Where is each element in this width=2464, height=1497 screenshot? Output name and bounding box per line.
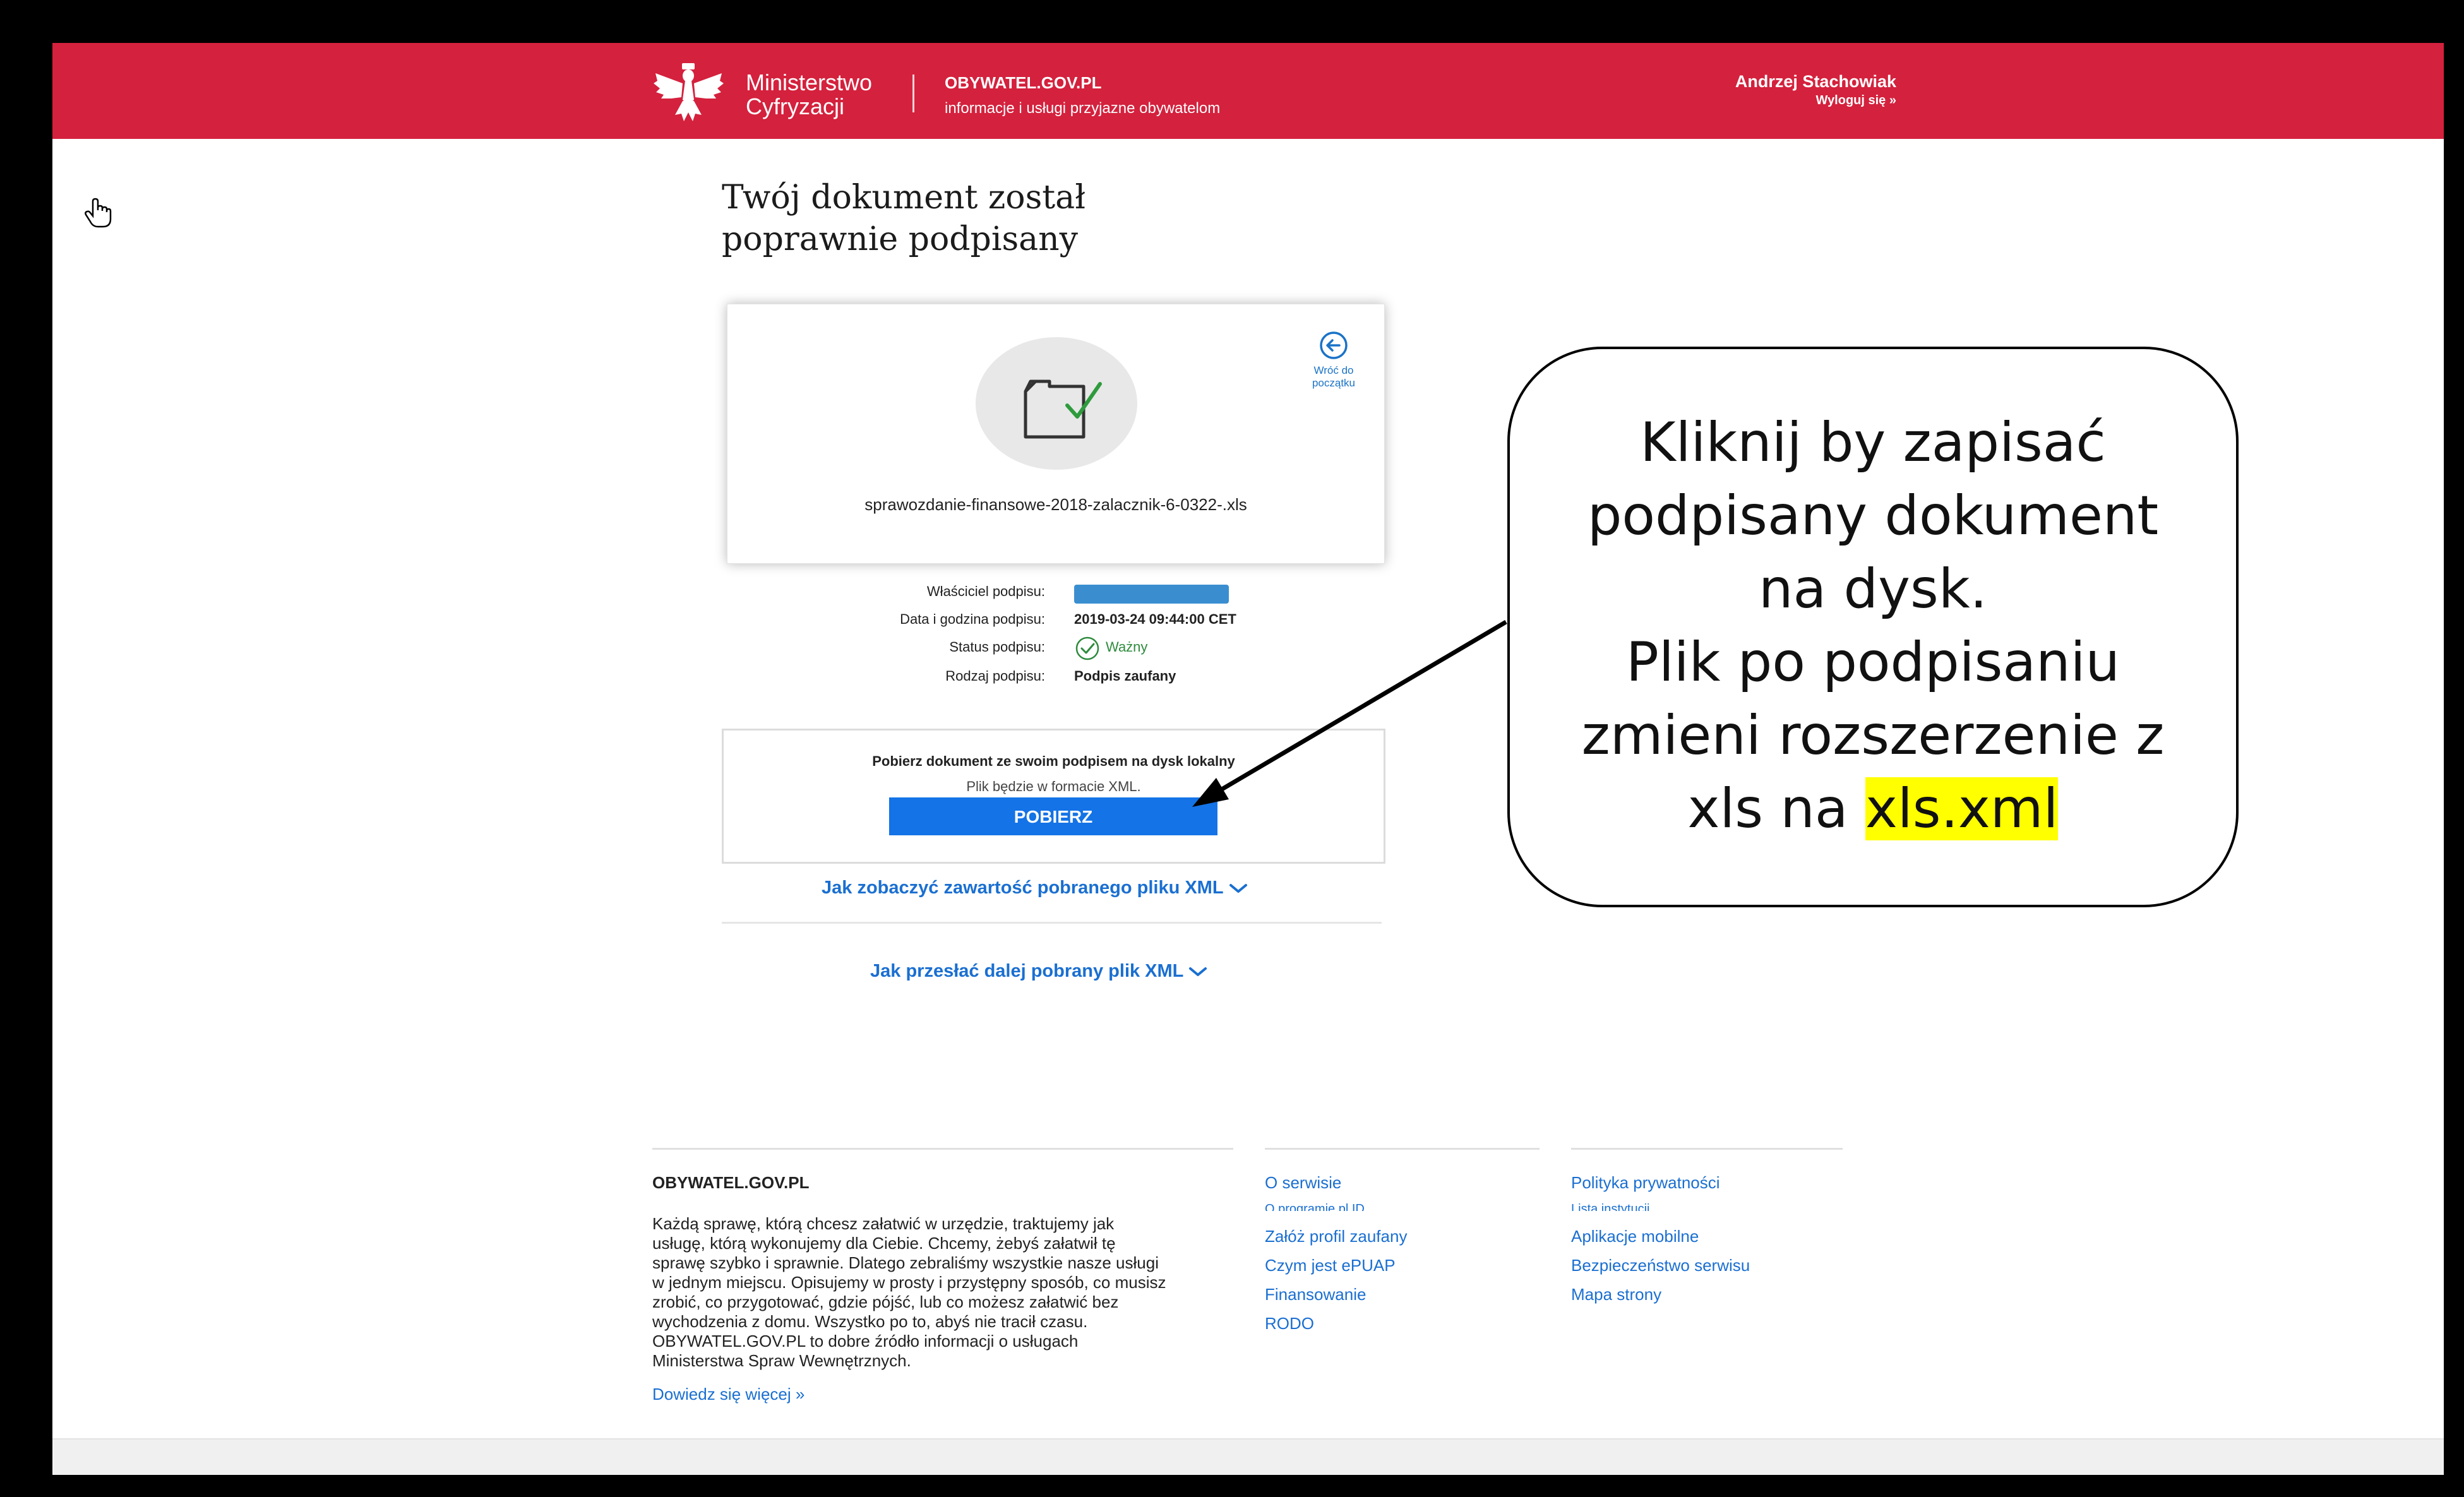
footer-link-trusted-profile[interactable]: Załóż profil zaufany [1265,1227,1407,1246]
ministry-name: Ministerstwo Cyfryzacji [746,71,872,119]
accordion-view-xml-label: Jak zobaczyć zawartość pobranego pliku X… [822,878,1224,898]
signature-type-label: Rodzaj podpisu: [945,668,1045,684]
accordion-divider [722,922,1382,924]
document-card: Wróć do początku sprawozdanie-finansowe-… [727,304,1385,564]
footer-link-institutions[interactable]: Lista instytucji [1571,1202,1650,1211]
check-circle-icon [1075,636,1099,660]
callout-line-5: zmieni rozszerzenie z [1581,704,2165,767]
callout-line-6-prefix: xls na [1687,777,1865,840]
document-filename: sprawozdanie-finansowe-2018-zalacznik-6-… [864,495,1247,514]
ministry-line-1: Ministerstwo [746,69,873,95]
white-eagle-emblem-icon [654,63,724,121]
annotation-callout: Kliknij by zapisać podpisany dokument na… [1507,347,2239,907]
back-label-line-2: początku [1312,377,1356,389]
callout-line-1: Kliknij by zapisać [1640,411,2106,474]
footer-divider [1571,1148,1843,1150]
callout-line-4: Plik po podpisaniu [1625,631,2120,694]
signature-owner-redacted [1074,585,1229,604]
footer-divider [1265,1148,1540,1150]
page-title-line-1: Twój dokument został [722,179,1086,217]
footer-link-plid[interactable]: O programie pl.ID [1265,1202,1365,1211]
callout-text: Kliknij by zapisać podpisany dokument na… [1510,406,2236,845]
callout-line-3: na dysk. [1759,558,1987,621]
download-title: Pobierz dokument ze swoim podpisem na dy… [872,753,1235,769]
callout-line-2: podpisany dokument [1587,484,2159,547]
accordion-forward-xml-label: Jak przesłać dalej pobrany plik XML [870,961,1184,981]
page-title: Twój dokument został poprawnie podpisany [722,177,1085,260]
footer-link-about[interactable]: O serwisie [1265,1173,1341,1193]
footer-divider [652,1148,1233,1150]
ministry-line-2: Cyfryzacji [746,93,845,119]
footer-learn-more-link[interactable]: Dowiedz się więcej » [652,1385,804,1404]
footer-description: Każdą sprawę, którą chcesz załatwić w ur… [652,1214,1166,1370]
download-panel: Pobierz dokument ze swoim podpisem na dy… [722,729,1385,864]
back-label-line-1: Wróć do [1313,364,1354,376]
chevron-down-icon [1229,884,1247,893]
top-header-bar: Ministerstwo Cyfryzacji OBYWATEL.GOV.PL … [52,43,2444,139]
signature-owner-label: Właściciel podpisu: [926,583,1045,599]
footer-link-funding[interactable]: Finansowanie [1265,1285,1366,1304]
back-to-start-label: Wróć do początku [1302,364,1365,390]
signature-status-text: Ważny [1106,639,1148,655]
footer-title: OBYWATEL.GOV.PL [652,1173,810,1192]
chevron-down-icon [1189,967,1207,977]
portal-tagline: informacje i usługi przyjazne obywatelom [945,100,1221,117]
signature-status-row: Status podpisu: Ważny [697,636,1454,662]
callout-highlight: xls.xml [1865,777,2059,840]
user-name: Andrzej Stachowiak [1735,72,1896,91]
bottom-strip [52,1438,2444,1475]
signature-date-value: 2019-03-24 09:44:00 CET [1074,611,1236,627]
document-icon-circle [976,337,1137,470]
download-button[interactable]: POBIERZ [889,797,1217,835]
page-title-line-2: poprawnie podpisany [722,220,1079,258]
logout-link[interactable]: Wyloguj się » [1682,93,1896,108]
footer-link-rodo[interactable]: RODO [1265,1314,1314,1333]
footer-link-epuap[interactable]: Czym jest ePUAP [1265,1256,1396,1275]
callout-line-6: xls na xls.xml [1510,772,2236,845]
download-note: Plik będzie w formacie XML. [966,778,1141,794]
back-arrow-icon [1320,331,1348,359]
signature-type-row: Rodzaj podpisu: Podpis zaufany [697,668,1454,691]
footer-link-mobile-apps[interactable]: Aplikacje mobilne [1571,1227,1699,1246]
back-to-start-button[interactable]: Wróć do początku [1302,330,1365,390]
portal-name-link[interactable]: OBYWATEL.GOV.PL [945,73,1101,93]
signature-date-label: Data i godzina podpisu: [900,611,1045,627]
signature-status-label: Status podpisu: [949,639,1045,655]
signature-date-row: Data i godzina podpisu: 2019-03-24 09:44… [697,611,1454,634]
footer-link-sitemap[interactable]: Mapa strony [1571,1285,1661,1304]
signature-type-value: Podpis zaufany [1074,668,1176,684]
signature-owner-row: Właściciel podpisu: [697,583,1454,606]
hand-cursor-icon [85,198,112,228]
footer-link-security[interactable]: Bezpieczeństwo serwisu [1571,1256,1750,1275]
document-check-icon [1024,379,1102,439]
footer-link-privacy[interactable]: Polityka prywatności [1571,1173,1720,1193]
header-divider [912,75,914,112]
accordion-forward-xml[interactable]: Jak przesłać dalej pobrany plik XML [870,961,1207,982]
accordion-view-xml[interactable]: Jak zobaczyć zawartość pobranego pliku X… [822,878,1248,898]
